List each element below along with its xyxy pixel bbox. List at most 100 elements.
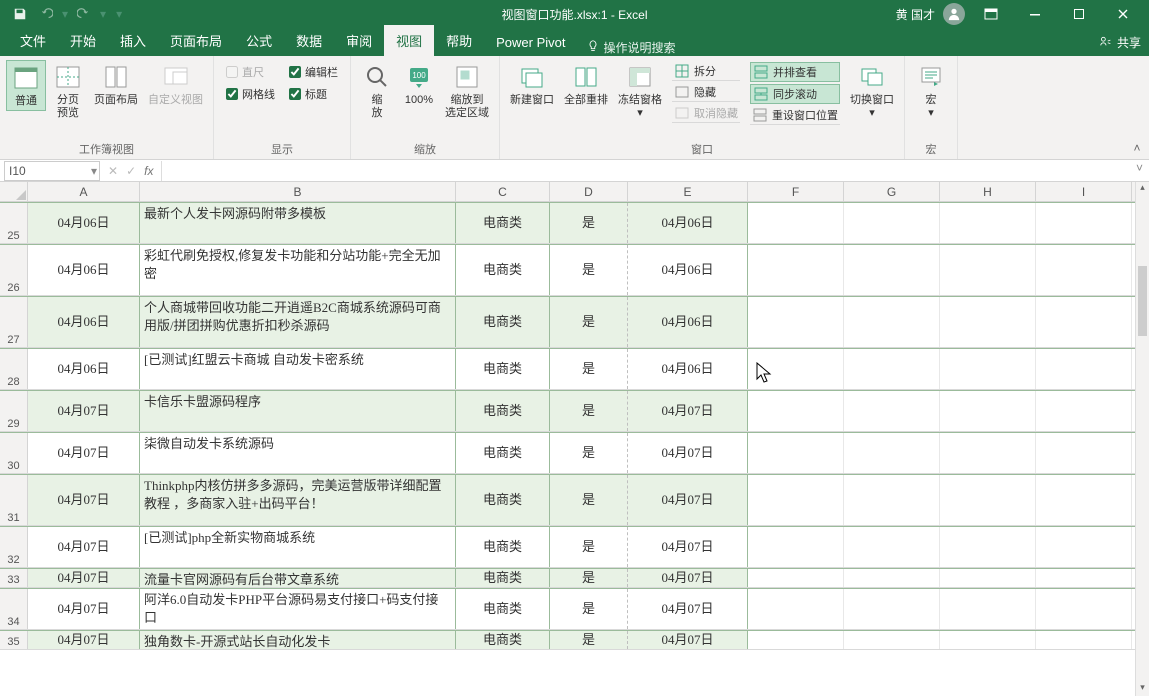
qat-customize-icon[interactable]: ▾ — [116, 7, 122, 21]
cell-G33[interactable] — [844, 569, 940, 587]
row-header-27[interactable]: 27 — [0, 297, 28, 347]
row-header-26[interactable]: 26 — [0, 245, 28, 295]
cell-G29[interactable] — [844, 391, 940, 431]
tab-data[interactable]: 数据 — [284, 25, 334, 56]
reset-window-pos-button[interactable]: 重设窗口位置 — [750, 106, 840, 125]
cell-C32[interactable]: 电商类 — [456, 527, 550, 567]
tab-home[interactable]: 开始 — [58, 25, 108, 56]
scroll-thumb[interactable] — [1138, 266, 1147, 336]
zoom-100-button[interactable]: 100 100% — [399, 60, 439, 109]
cell-B32[interactable]: [已测试]php全新实物商城系统 — [140, 527, 456, 567]
cell-I32[interactable] — [1036, 527, 1132, 567]
cell-G30[interactable] — [844, 433, 940, 473]
cell-I29[interactable] — [1036, 391, 1132, 431]
sync-scroll-button[interactable]: 同步滚动 — [750, 84, 840, 104]
scroll-down-icon[interactable]: ▾ — [1136, 682, 1149, 696]
cell-E30[interactable]: 04月07日 — [628, 433, 748, 473]
row-header-32[interactable]: 32 — [0, 527, 28, 567]
cell-E33[interactable]: 04月07日 — [628, 569, 748, 587]
cell-G27[interactable] — [844, 297, 940, 347]
cell-C33[interactable]: 电商类 — [456, 569, 550, 587]
cell-E32[interactable]: 04月07日 — [628, 527, 748, 567]
column-header-C[interactable]: C — [456, 182, 550, 201]
cell-H35[interactable] — [940, 631, 1036, 649]
cell-A25[interactable]: 04月06日 — [28, 203, 140, 243]
expand-formula-bar-icon[interactable]: ˅ — [1136, 161, 1143, 175]
formulabar-checkbox[interactable]: 编辑栏 — [289, 64, 338, 80]
cell-H28[interactable] — [940, 349, 1036, 389]
cell-F26[interactable] — [748, 245, 844, 295]
row-header-31[interactable]: 31 — [0, 475, 28, 525]
cell-B26[interactable]: 彩虹代刷免授权,修复发卡功能和分站功能+完全无加密 — [140, 245, 456, 295]
save-icon[interactable] — [8, 3, 32, 25]
custom-views-button[interactable]: 自定义视图 — [144, 60, 207, 109]
row-header-35[interactable]: 35 — [0, 631, 28, 649]
cell-D31[interactable]: 是 — [550, 475, 628, 525]
row-header-28[interactable]: 28 — [0, 349, 28, 389]
name-box[interactable]: I10 ▾ — [4, 161, 100, 181]
minimize-icon[interactable] — [1017, 0, 1053, 28]
cell-D30[interactable]: 是 — [550, 433, 628, 473]
cell-H34[interactable] — [940, 589, 1036, 629]
column-header-E[interactable]: E — [628, 182, 748, 201]
cell-H32[interactable] — [940, 527, 1036, 567]
cell-B35[interactable]: 独角数卡-开源式站长自动化发卡 — [140, 631, 456, 649]
cell-D26[interactable]: 是 — [550, 245, 628, 295]
tab-pagelayout[interactable]: 页面布局 — [158, 25, 234, 56]
cell-B28[interactable]: [已测试]红盟云卡商城 自动发卡密系统 — [140, 349, 456, 389]
tab-powerpivot[interactable]: Power Pivot — [484, 29, 577, 56]
cell-D34[interactable]: 是 — [550, 589, 628, 629]
column-header-I[interactable]: I — [1036, 182, 1132, 201]
cell-B29[interactable]: 卡信乐卡盟源码程序 — [140, 391, 456, 431]
cell-H25[interactable] — [940, 203, 1036, 243]
cell-I27[interactable] — [1036, 297, 1132, 347]
pagelayout-view-button[interactable]: 页面布局 — [90, 60, 142, 109]
zoom-button[interactable]: 缩放 — [357, 60, 397, 122]
cell-C25[interactable]: 电商类 — [456, 203, 550, 243]
scroll-track[interactable] — [1136, 196, 1149, 682]
cell-B33[interactable]: 流量卡官网源码有后台带文章系统 — [140, 569, 456, 587]
cell-D25[interactable]: 是 — [550, 203, 628, 243]
rows-area[interactable]: 25 04月06日 最新个人发卡网源码附带多模板 电商类 是 04月06日 26… — [0, 202, 1135, 696]
cell-I35[interactable] — [1036, 631, 1132, 649]
cell-A35[interactable]: 04月07日 — [28, 631, 140, 649]
tab-formulas[interactable]: 公式 — [234, 25, 284, 56]
switch-windows-button[interactable]: 切换窗口▾ — [846, 60, 898, 122]
collapse-ribbon-icon[interactable]: ˄ — [1125, 56, 1149, 159]
cell-D35[interactable]: 是 — [550, 631, 628, 649]
row-header-33[interactable]: 33 — [0, 569, 28, 587]
cell-G35[interactable] — [844, 631, 940, 649]
cell-I34[interactable] — [1036, 589, 1132, 629]
cell-F27[interactable] — [748, 297, 844, 347]
share-button[interactable]: 共享 — [1099, 34, 1141, 51]
cell-I25[interactable] — [1036, 203, 1132, 243]
hide-button[interactable]: 隐藏 — [672, 83, 740, 102]
row-header-30[interactable]: 30 — [0, 433, 28, 473]
cell-A26[interactable]: 04月06日 — [28, 245, 140, 295]
tab-view[interactable]: 视图 — [384, 25, 434, 56]
column-header-D[interactable]: D — [550, 182, 628, 201]
cell-I31[interactable] — [1036, 475, 1132, 525]
cell-F34[interactable] — [748, 589, 844, 629]
new-window-button[interactable]: 新建窗口 — [506, 60, 558, 109]
cell-G34[interactable] — [844, 589, 940, 629]
column-header-G[interactable]: G — [844, 182, 940, 201]
cell-H30[interactable] — [940, 433, 1036, 473]
cell-A32[interactable]: 04月07日 — [28, 527, 140, 567]
cell-C27[interactable]: 电商类 — [456, 297, 550, 347]
cell-H33[interactable] — [940, 569, 1036, 587]
cell-A28[interactable]: 04月06日 — [28, 349, 140, 389]
cell-I26[interactable] — [1036, 245, 1132, 295]
redo-icon[interactable] — [72, 3, 96, 25]
cell-D27[interactable]: 是 — [550, 297, 628, 347]
cell-E28[interactable]: 04月06日 — [628, 349, 748, 389]
cell-F35[interactable] — [748, 631, 844, 649]
select-all-corner[interactable] — [0, 182, 28, 201]
cell-A27[interactable]: 04月06日 — [28, 297, 140, 347]
close-icon[interactable] — [1105, 0, 1141, 28]
scroll-up-icon[interactable]: ▴ — [1136, 182, 1149, 196]
tab-review[interactable]: 审阅 — [334, 25, 384, 56]
side-by-side-button[interactable]: 并排查看 — [750, 62, 840, 82]
cell-F33[interactable] — [748, 569, 844, 587]
cell-E25[interactable]: 04月06日 — [628, 203, 748, 243]
